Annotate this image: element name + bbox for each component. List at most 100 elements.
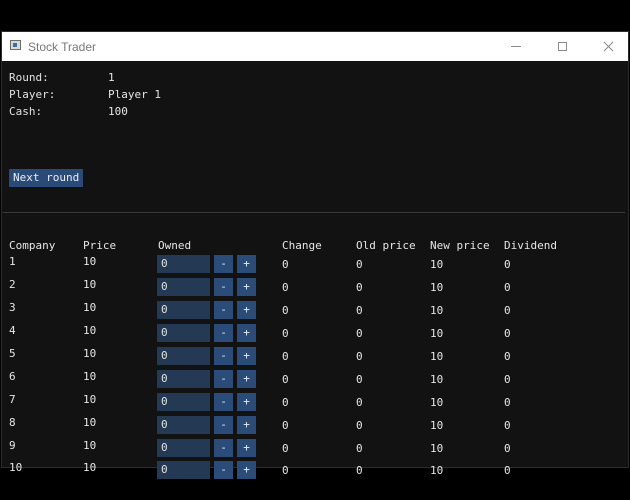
new-price-cell: 10	[430, 464, 444, 477]
dividend-cell: 0	[504, 442, 511, 455]
owned-input[interactable]: 0	[157, 461, 210, 479]
company-cell: 6	[9, 370, 16, 383]
increase-owned-button[interactable]: +	[237, 439, 256, 457]
new-price-cell: 10	[430, 281, 444, 294]
header-owned: Owned	[158, 239, 192, 252]
change-cell: 0	[282, 281, 289, 294]
owned-input[interactable]: 0	[157, 278, 210, 296]
table-row: 4 10 0 - + 0 0 10 0	[2, 324, 628, 344]
table-row: 2 10 0 - + 0 0 10 0	[2, 278, 628, 298]
price-cell: 10	[83, 370, 97, 383]
dividend-cell: 0	[504, 396, 511, 409]
new-price-cell: 10	[430, 373, 444, 386]
decrease-owned-button[interactable]: -	[214, 301, 233, 319]
old-price-cell: 0	[356, 442, 363, 455]
owned-input[interactable]: 0	[157, 347, 210, 365]
close-button[interactable]	[585, 32, 630, 61]
decrease-owned-button[interactable]: -	[214, 370, 233, 388]
new-price-cell: 10	[430, 258, 444, 271]
old-price-cell: 0	[356, 464, 363, 477]
decrease-owned-button[interactable]: -	[214, 416, 233, 434]
maximize-button[interactable]	[539, 32, 585, 61]
new-price-cell: 10	[430, 419, 444, 432]
header-price: Price	[83, 239, 117, 252]
company-cell: 4	[9, 324, 16, 337]
increase-owned-button[interactable]: +	[237, 416, 256, 434]
dividend-cell: 0	[504, 419, 511, 432]
header-change: Change	[282, 239, 322, 252]
dividend-cell: 0	[504, 327, 511, 340]
owned-input[interactable]: 0	[157, 301, 210, 319]
change-cell: 0	[282, 304, 289, 317]
price-cell: 10	[83, 439, 97, 452]
increase-owned-button[interactable]: +	[237, 324, 256, 342]
increase-owned-button[interactable]: +	[237, 255, 256, 273]
table-row: 3 10 0 - + 0 0 10 0	[2, 301, 628, 321]
next-round-button[interactable]: Next round	[9, 169, 84, 187]
main-content: Round: 1 Player: Player 1 Cash: 100 Next…	[2, 61, 628, 479]
owned-input[interactable]: 0	[157, 370, 210, 388]
increase-owned-button[interactable]: +	[237, 301, 256, 319]
price-cell: 10	[83, 301, 97, 314]
owned-input[interactable]: 0	[157, 416, 210, 434]
table-row: 10 10 0 - + 0 0 10 0	[2, 461, 628, 481]
old-price-cell: 0	[356, 304, 363, 317]
company-cell: 8	[9, 416, 16, 429]
dividend-cell: 0	[504, 350, 511, 363]
dividend-cell: 0	[504, 258, 511, 271]
old-price-cell: 0	[356, 419, 363, 432]
owned-input[interactable]: 0	[157, 393, 210, 411]
decrease-owned-button[interactable]: -	[214, 324, 233, 342]
company-cell: 1	[9, 255, 16, 268]
table-row: 9 10 0 - + 0 0 10 0	[2, 439, 628, 459]
header-company: Company	[9, 239, 56, 252]
new-price-cell: 10	[430, 350, 444, 363]
header-old-price: Old price	[356, 239, 416, 252]
title-bar[interactable]: Stock Trader	[2, 32, 628, 61]
decrease-owned-button[interactable]: -	[214, 393, 233, 411]
round-value: 1	[108, 71, 115, 84]
decrease-owned-button[interactable]: -	[214, 347, 233, 365]
old-price-cell: 0	[356, 258, 363, 271]
window-title: Stock Trader	[28, 40, 97, 54]
price-cell: 10	[83, 416, 97, 429]
close-icon	[603, 41, 614, 52]
minimize-button[interactable]	[493, 32, 539, 61]
increase-owned-button[interactable]: +	[237, 278, 256, 296]
decrease-owned-button[interactable]: -	[214, 278, 233, 296]
header-dividend: Dividend	[504, 239, 557, 252]
change-cell: 0	[282, 350, 289, 363]
owned-input[interactable]: 0	[157, 439, 210, 457]
old-price-cell: 0	[356, 373, 363, 386]
cash-label: Cash:	[9, 105, 43, 118]
dividend-cell: 0	[504, 464, 511, 477]
company-cell: 3	[9, 301, 16, 314]
decrease-owned-button[interactable]: -	[214, 439, 233, 457]
company-cell: 9	[9, 439, 16, 452]
owned-input[interactable]: 0	[157, 324, 210, 342]
company-cell: 2	[9, 278, 16, 291]
decrease-owned-button[interactable]: -	[214, 461, 233, 479]
change-cell: 0	[282, 373, 289, 386]
table-row: 7 10 0 - + 0 0 10 0	[2, 393, 628, 413]
app-window: Stock Trader Round: 1 Player: Player 1 C…	[1, 31, 629, 479]
change-cell: 0	[282, 442, 289, 455]
change-cell: 0	[282, 419, 289, 432]
increase-owned-button[interactable]: +	[237, 347, 256, 365]
new-price-cell: 10	[430, 327, 444, 340]
increase-owned-button[interactable]: +	[237, 461, 256, 479]
owned-input[interactable]: 0	[157, 255, 210, 273]
price-cell: 10	[83, 461, 97, 474]
new-price-cell: 10	[430, 442, 444, 455]
table-row: 1 10 0 - + 0 0 10 0	[2, 255, 628, 275]
round-label: Round:	[9, 71, 49, 84]
app-icon	[10, 40, 21, 50]
decrease-owned-button[interactable]: -	[214, 255, 233, 273]
company-cell: 5	[9, 347, 16, 360]
change-cell: 0	[282, 258, 289, 271]
dividend-cell: 0	[504, 373, 511, 386]
increase-owned-button[interactable]: +	[237, 393, 256, 411]
increase-owned-button[interactable]: +	[237, 370, 256, 388]
price-cell: 10	[83, 347, 97, 360]
minimize-icon	[511, 46, 521, 47]
